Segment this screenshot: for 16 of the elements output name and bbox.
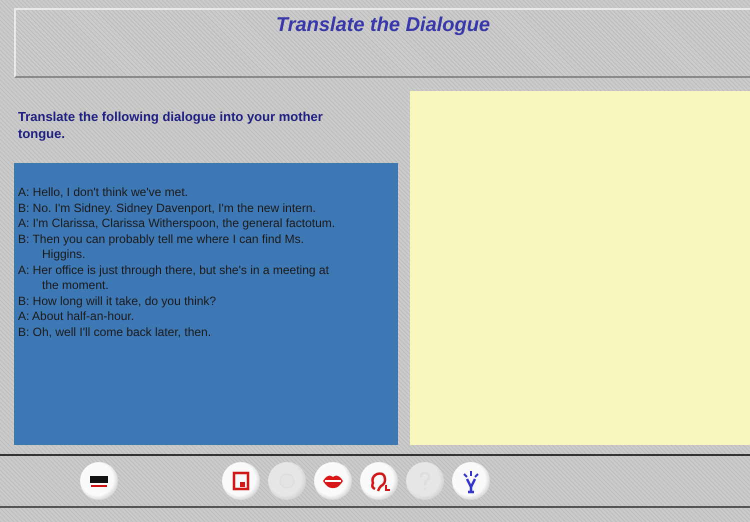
speak-button[interactable]	[314, 462, 352, 500]
dialogue-line: A: Hello, I don't think we've met.	[18, 185, 189, 200]
page-title: Translate the Dialogue	[274, 14, 492, 37]
dialogue-line: A: I'm Clarissa, Clarissa Witherspoon, the general factotum.	[18, 216, 336, 232]
dialogue-line: A: Her office is just through there, but she's in a meeting at the moment.	[18, 262, 330, 294]
dialogue-line: B: Then you can probably tell me where I can find Ms. Higgins.	[18, 232, 305, 262]
answer-field[interactable]	[410, 91, 750, 445]
hint-button[interactable]	[452, 462, 490, 500]
dialogue-line: B: No. I'm Sidney. Sidney Davenport, I'm the new intern.	[18, 200, 317, 216]
dialogue-line: B: How long will it take, do you think?	[18, 294, 218, 309]
listen-button[interactable]	[360, 462, 398, 500]
dialogue-line: B: Oh, well I'll come back later, then.	[18, 324, 212, 340]
dialogue-line: A: About half-an-hour.	[18, 309, 136, 324]
save-button[interactable]	[222, 462, 260, 500]
logo-button[interactable]	[80, 462, 118, 500]
instruction-text: Translate the following dialogue into your mother tongue.	[18, 108, 324, 143]
